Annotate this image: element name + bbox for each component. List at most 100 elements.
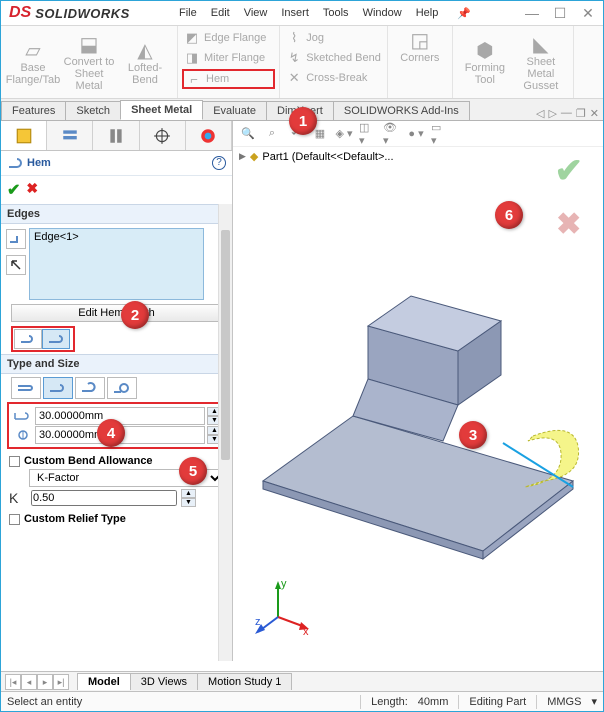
menu-file[interactable]: File [179, 7, 197, 20]
status-units[interactable]: MMGS [547, 696, 581, 708]
tab-nav-next-icon[interactable]: ▷ [548, 107, 556, 120]
cmd-cross-break[interactable]: ✕Cross-Break [284, 69, 383, 87]
type-closed[interactable] [11, 377, 41, 399]
type-tear-drop[interactable] [75, 377, 105, 399]
tab-nav: |◂ ◂ ▸ ▸| [5, 674, 69, 690]
part-name[interactable]: Part1 (Default<<Default>... [262, 151, 393, 163]
graphics-viewport[interactable]: 🔍 ⌕ ↶ ▦ ◈ ▾ ◫ ▾ 👁 ▾ ● ▾ ▭ ▾ ▶ ◆ Part1 (D… [233, 121, 603, 661]
title-bar: DS SOLIDWORKS File Edit View Insert Tool… [1, 1, 603, 25]
callout-3: 3 [459, 421, 487, 449]
confirm-row: ✔ ✖ [1, 176, 232, 204]
position-material-inside[interactable] [14, 329, 42, 349]
position-bend-outside[interactable] [42, 329, 70, 349]
menu-view[interactable]: View [244, 7, 268, 20]
hem-icon [7, 155, 23, 171]
checkbox-icon [9, 456, 20, 467]
cmd-sketched-bend[interactable]: ↯Sketched Bend [284, 49, 383, 67]
cmd-corners[interactable]: ◲Corners [392, 28, 448, 64]
panel-tab-feature-tree[interactable] [1, 121, 47, 150]
btab-3d-views[interactable]: 3D Views [130, 673, 198, 690]
status-length-label: Length: [371, 696, 408, 708]
reject-feature-icon[interactable]: ✖ [556, 207, 581, 242]
model-render [233, 181, 603, 561]
hide-show-icon[interactable]: 👁 ▾ [383, 125, 401, 143]
pin-icon[interactable]: 📌 [457, 7, 471, 20]
menu-edit[interactable]: Edit [211, 7, 230, 20]
custom-relief-type-check[interactable]: Custom Relief Type ˄ [9, 513, 224, 525]
status-mode: Editing Part [469, 696, 526, 708]
command-ribbon: ▱Base Flange/Tab ⬓Convert to Sheet Metal… [1, 25, 603, 99]
tab-first-icon[interactable]: |◂ [5, 674, 21, 690]
window-controls: — ☐ ✕ [521, 5, 599, 22]
menu-help[interactable]: Help [416, 7, 439, 20]
k-spinner[interactable]: ▲▼ [181, 489, 196, 507]
tab-addins[interactable]: SOLIDWORKS Add-Ins [333, 101, 470, 120]
hem-position-group [11, 326, 75, 352]
doc-minimize-icon[interactable]: — [561, 107, 572, 120]
minimize-button[interactable]: — [521, 5, 543, 22]
zoom-fit-icon[interactable]: 🔍 [239, 125, 257, 143]
cmd-forming-tool[interactable]: ⬢Forming Tool [457, 38, 513, 86]
edge-item[interactable]: Edge<1> [34, 231, 79, 243]
btab-model[interactable]: Model [77, 673, 131, 690]
cmd-convert-sheet-metal[interactable]: ⬓Convert to Sheet Metal [61, 32, 117, 92]
panel-scrollbar[interactable] [218, 204, 232, 661]
doc-restore-icon[interactable]: ❐ [576, 107, 586, 120]
edges-selection-box[interactable]: Edge<1> [29, 228, 204, 300]
cmd-jog[interactable]: ⌇Jog [284, 29, 383, 47]
zoom-area-icon[interactable]: ⌕ [263, 125, 281, 143]
type-open[interactable] [43, 377, 73, 399]
doc-close-icon[interactable]: ✕ [590, 107, 599, 120]
cmd-gusset[interactable]: ◣Sheet Metal Gusset [513, 32, 569, 92]
edit-appearance-icon[interactable]: ● ▾ [407, 125, 425, 143]
cmd-base-flange[interactable]: ▱Base Flange/Tab [5, 38, 61, 86]
edge-select-tool-icon[interactable] [6, 229, 26, 249]
help-icon[interactable]: ? [212, 156, 226, 170]
panel-tab-dim[interactable] [140, 121, 186, 150]
expand-icon[interactable]: ▶ [239, 151, 246, 162]
motion-tabs: |◂ ◂ ▸ ▸| Model 3D Views Motion Study 1 [1, 671, 603, 691]
callout-2: 2 [121, 301, 149, 329]
type-rolled[interactable] [107, 377, 137, 399]
btab-motion-study[interactable]: Motion Study 1 [197, 673, 292, 690]
panel-nav-tabs [1, 121, 232, 151]
app-name: SOLIDWORKS [35, 6, 130, 21]
checkbox-icon [9, 514, 20, 525]
tab-prev-icon[interactable]: ◂ [21, 674, 37, 690]
panel-tab-property[interactable] [47, 121, 93, 150]
cmd-edge-flange[interactable]: ◩Edge Flange [182, 29, 275, 47]
display-style-icon[interactable]: ◫ ▾ [359, 125, 377, 143]
section-type-size[interactable]: Type and Size˄ [1, 354, 232, 374]
k-factor-field[interactable] [31, 490, 177, 506]
view-triad[interactable]: y x z [253, 577, 313, 637]
tab-next-icon[interactable]: ▸ [37, 674, 53, 690]
app-logo: DS SOLIDWORKS [1, 4, 171, 22]
tab-sheet-metal[interactable]: Sheet Metal [120, 100, 203, 120]
tab-sketch[interactable]: Sketch [65, 101, 121, 120]
panel-tab-appearance[interactable] [186, 121, 232, 150]
feature-tree-flyout[interactable]: ▶ ◆ Part1 (Default<<Default>... [233, 147, 603, 166]
apply-scene-icon[interactable]: ▭ ▾ [431, 125, 449, 143]
cancel-button[interactable]: ✖ [26, 180, 38, 200]
menu-window[interactable]: Window [363, 7, 402, 20]
cmd-lofted-bend[interactable]: ◭Lofted-Bend [117, 38, 173, 86]
cmd-hem[interactable]: ⌐Hem [182, 69, 275, 89]
cmd-miter-flange[interactable]: ◨Miter Flange [182, 49, 275, 67]
tab-nav-prev-icon[interactable]: ◁ [536, 107, 544, 120]
tab-features[interactable]: Features [1, 101, 66, 120]
view-orientation-icon[interactable]: ◈ ▾ [335, 125, 353, 143]
tab-evaluate[interactable]: Evaluate [202, 101, 267, 120]
edit-hem-width-button[interactable]: Edit Hem Width [11, 304, 222, 322]
maximize-button[interactable]: ☐ [549, 5, 571, 22]
reverse-direction-icon[interactable] [6, 255, 26, 275]
menu-insert[interactable]: Insert [281, 7, 309, 20]
accept-feature-icon[interactable]: ✔ [555, 151, 584, 191]
section-edges[interactable]: Edges˄ [1, 204, 232, 224]
status-units-dropdown-icon[interactable]: ▾ [591, 695, 597, 708]
ok-button[interactable]: ✔ [7, 180, 20, 200]
close-button[interactable]: ✕ [577, 5, 599, 22]
length-icon [11, 407, 33, 425]
panel-tab-config[interactable] [93, 121, 139, 150]
menu-tools[interactable]: Tools [323, 7, 349, 20]
tab-last-icon[interactable]: ▸| [53, 674, 69, 690]
